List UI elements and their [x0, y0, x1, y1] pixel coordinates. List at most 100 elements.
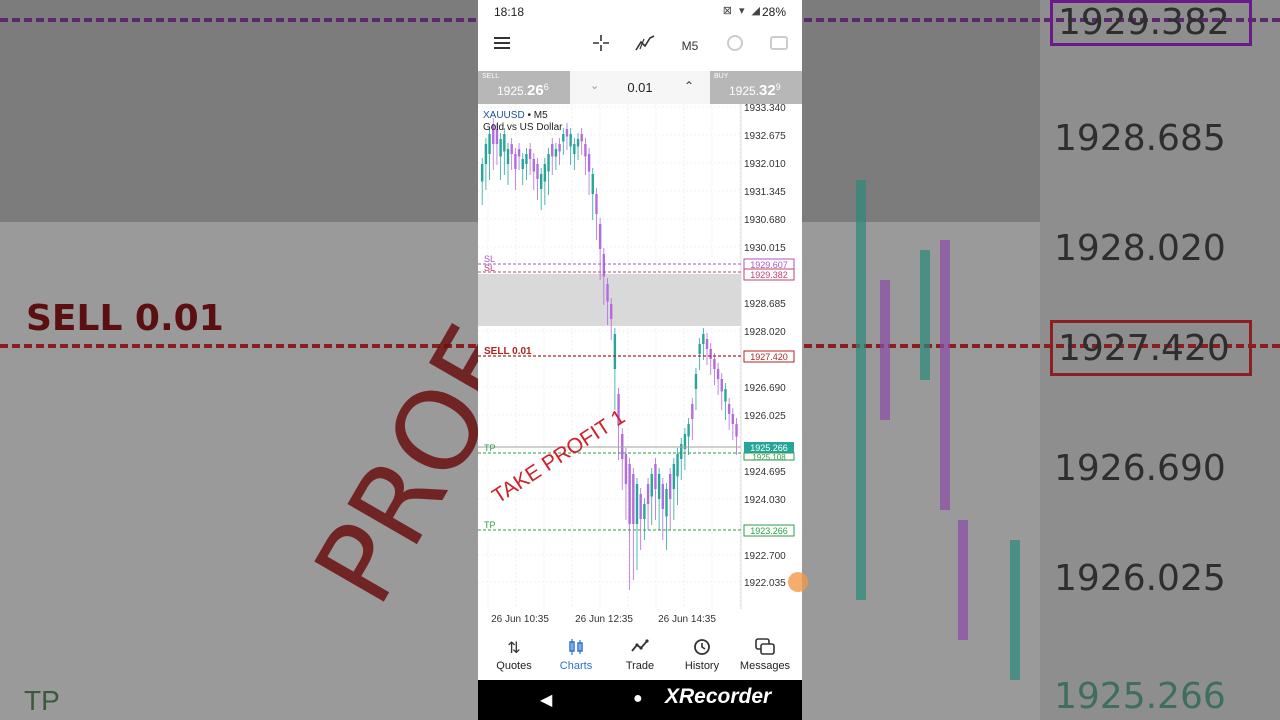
bg-candle — [1010, 540, 1020, 680]
nav-trade[interactable]: Trade — [610, 638, 670, 672]
candle-body — [731, 414, 735, 424]
nav-charts[interactable]: Charts — [546, 638, 606, 672]
bg-price-5: 1926.690 — [1054, 448, 1226, 489]
history-icon — [672, 638, 732, 660]
candle-body — [635, 484, 639, 524]
candle-body — [528, 149, 532, 159]
bg-price-4: 1927.420 — [1058, 328, 1230, 369]
crosshair-icon — [593, 35, 609, 51]
nav-messages[interactable]: Messages — [735, 638, 795, 672]
candle-body — [598, 224, 602, 249]
candle-body — [713, 359, 716, 369]
candle-body — [613, 334, 617, 369]
candle-body — [735, 424, 738, 437]
sl2-price-tag: 1929.382 — [750, 270, 788, 280]
candle-body — [720, 379, 723, 392]
bg-price-3: 1928.020 — [1054, 228, 1226, 269]
tp1-label: TP — [484, 443, 496, 453]
candle-body — [727, 404, 731, 414]
price-axis-label: 1928.685 — [744, 299, 786, 310]
candle-body — [536, 164, 539, 179]
sell-label: SELL — [482, 73, 500, 80]
price-axis-label: 1926.025 — [744, 411, 786, 422]
symbol-info: XAUUSD • M5 Gold vs US Dollar — [483, 110, 562, 134]
chart-canvas: 1933.340 1932.675 1932.010 1931.345 1930.680… — [478, 103, 795, 625]
bg-candle — [880, 280, 890, 420]
candle-body — [514, 154, 517, 169]
back-icon[interactable]: ◀ — [540, 690, 552, 710]
nav-quotes[interactable]: ⇅ Quotes — [484, 638, 544, 672]
clock-button[interactable] — [724, 34, 746, 58]
price-axis-label: 1922.035 — [744, 578, 786, 589]
candle-body — [484, 144, 488, 164]
candle-body — [565, 129, 569, 137]
candle-body — [639, 494, 642, 519]
candle-body — [724, 389, 727, 402]
price-axis-label: 1932.010 — [744, 159, 786, 170]
candle-body — [602, 254, 606, 277]
home-icon[interactable]: ● — [633, 690, 643, 708]
candle-body — [532, 159, 535, 172]
candle-body — [543, 164, 547, 182]
trade-window-button[interactable] — [768, 34, 790, 58]
bg-price-1: 1929.382 — [1058, 2, 1230, 43]
price-axis-label: 1924.030 — [744, 495, 786, 506]
order-label[interactable]: SELL 0.01 — [484, 346, 532, 357]
buy-button[interactable]: BUY 1925.329 — [710, 71, 802, 104]
crosshair-button[interactable] — [590, 34, 612, 58]
time-axis-label: 26 Jun 12:35 — [575, 614, 633, 625]
price-axis: 1933.340 1932.675 1932.010 1931.345 1930.680… — [744, 103, 786, 589]
tp2-price-tag: 1923.266 — [750, 526, 788, 536]
candle-body — [716, 369, 720, 379]
timeframe-button[interactable]: M5 — [678, 34, 702, 58]
time-axis-label: 26 Jun 14:35 — [658, 614, 716, 625]
price-axis-label: 1926.690 — [744, 383, 786, 394]
candle-body — [676, 454, 679, 477]
candle-body — [632, 474, 635, 524]
bg-candle — [856, 180, 866, 600]
buy-price: 1925.329 — [729, 82, 781, 99]
indicators-button[interactable] — [634, 34, 656, 58]
candle-body — [705, 339, 709, 349]
symbol-timeframe: • M5 — [524, 110, 548, 121]
time-axis-label: 26 Jun 10:35 — [491, 614, 549, 625]
candle-body — [628, 464, 631, 524]
take-profit-annotation: TAKE PROFIT 1 — [488, 405, 629, 508]
messages-icon — [735, 638, 795, 660]
candle-body — [558, 144, 561, 152]
menu-button[interactable] — [492, 34, 512, 58]
candles-icon — [546, 638, 606, 660]
candle-body — [488, 134, 491, 154]
candle-body — [680, 444, 683, 459]
candle-body — [595, 194, 598, 214]
candle-body — [643, 504, 646, 519]
price-axis-label: 1933.340 — [744, 104, 786, 114]
candle-body — [591, 174, 594, 194]
candle-body — [646, 484, 650, 504]
candle-body — [521, 159, 524, 169]
price-axis-label: 1932.675 — [744, 131, 786, 142]
price-axis-label: 1930.015 — [744, 243, 786, 254]
lot-increase-button[interactable]: ⌃ — [684, 79, 694, 93]
indicator-icon — [635, 35, 655, 51]
candle-body — [525, 154, 528, 164]
nav-history[interactable]: History — [672, 638, 732, 672]
candle-body — [481, 164, 484, 182]
recorder-bubble[interactable] — [788, 572, 808, 592]
sell-button[interactable]: SELL 1925.266 — [478, 71, 570, 104]
candle-body — [573, 144, 576, 154]
bg-candle — [958, 520, 968, 640]
price-chart[interactable]: 1933.340 1932.675 1932.010 1931.345 1930.680… — [478, 103, 802, 634]
one-click-trade-bar: SELL 1925.266 ⌄ 0.01 ⌃ BUY 1925.329 — [478, 71, 802, 104]
buy-label: BUY — [714, 73, 729, 80]
bg-price-6: 1926.025 — [1054, 558, 1226, 599]
quotes-icon: ⇅ — [507, 640, 521, 657]
candle-body — [547, 154, 550, 172]
candle-body — [661, 484, 664, 509]
price-axis-label: 1931.345 — [744, 187, 786, 198]
candle-body — [691, 404, 694, 419]
candle-body — [584, 144, 587, 157]
candle-body — [569, 134, 572, 147]
clock-icon — [727, 35, 743, 51]
candle-body — [554, 149, 558, 157]
